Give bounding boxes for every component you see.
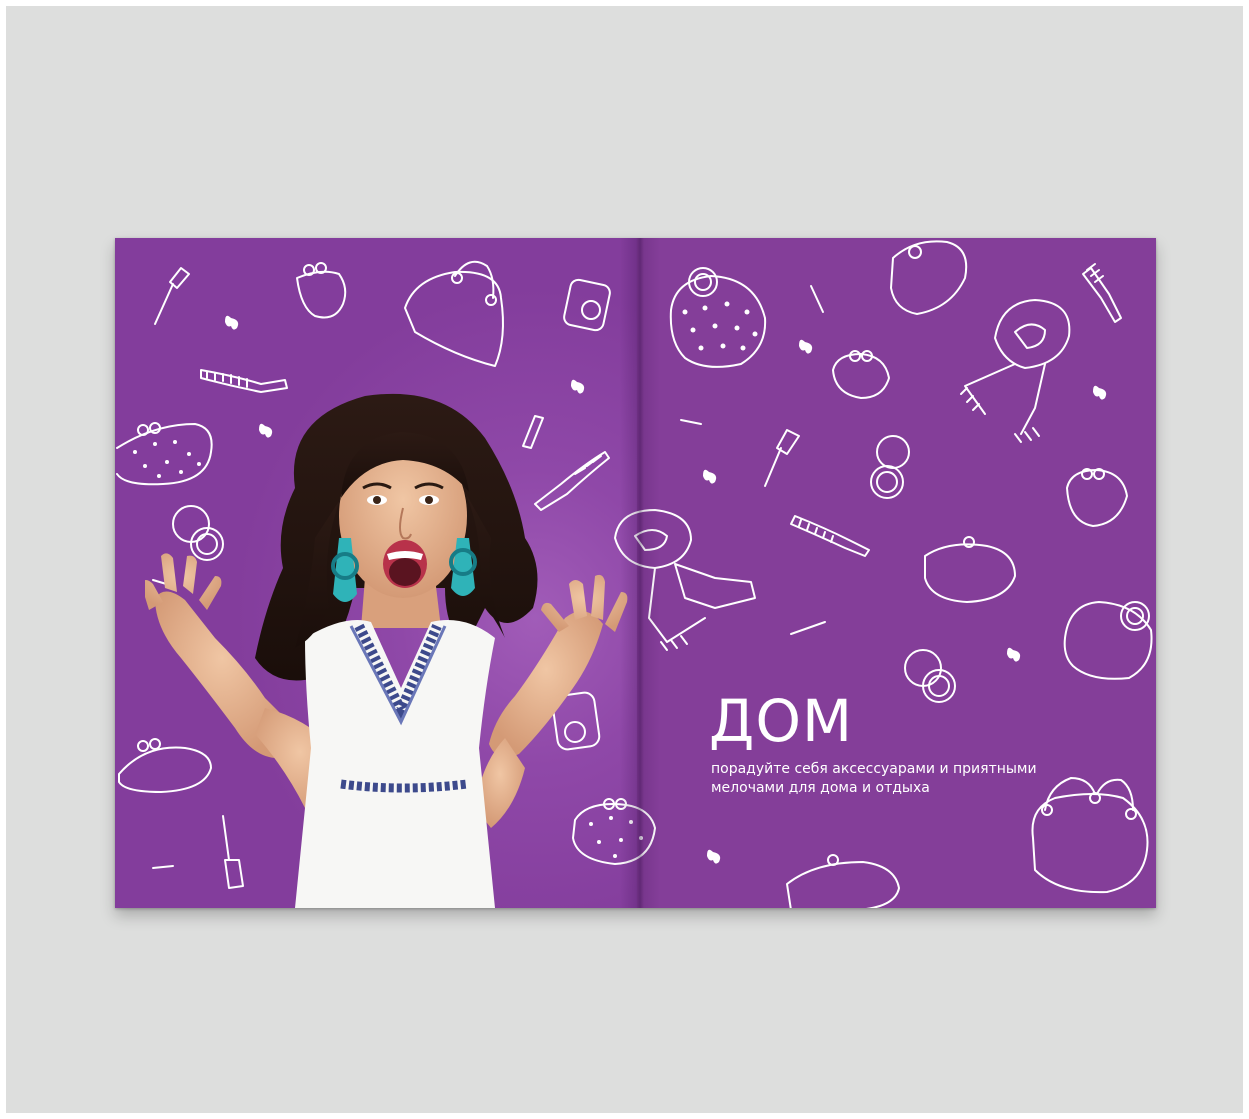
butterfly-icon <box>707 849 721 864</box>
comb-icon <box>1082 263 1122 323</box>
clutch-icon <box>1066 468 1128 527</box>
makeup-brush-icon <box>764 429 800 487</box>
compact-mirror-icon <box>563 278 611 332</box>
woman-photo <box>145 393 628 908</box>
subtitle-line: порадуйте себя аксессуарами и приятными <box>711 761 1037 777</box>
makeup-brush-icon <box>154 267 190 325</box>
clutch-icon <box>786 854 900 908</box>
butterfly-icon <box>1007 647 1021 662</box>
handbag-icon <box>1063 601 1153 680</box>
lipstick-icon <box>790 621 826 635</box>
comb-icon <box>790 515 870 557</box>
handbag-icon <box>404 260 504 367</box>
purse-icon <box>296 262 347 319</box>
butterfly-icon <box>703 469 717 484</box>
subtitle-line: мелочами для дома и отдыха <box>711 780 930 796</box>
butterfly-icon <box>799 339 813 354</box>
compact-mirror-icon <box>904 649 956 703</box>
butterfly-icon <box>225 315 239 330</box>
scarf-icon <box>614 509 756 651</box>
lipstick-icon <box>680 419 702 425</box>
purse-icon <box>832 350 890 399</box>
section-subtitle: порадуйте себя аксессуарами и приятными … <box>711 760 1041 798</box>
handbag-icon <box>1031 777 1149 894</box>
photo-backdrop: ДОМ порадуйте себя аксессуарами и приятн… <box>6 6 1243 1113</box>
butterfly-icon <box>1093 385 1107 400</box>
lipstick-icon <box>810 285 824 313</box>
handbag-icon <box>669 267 767 368</box>
clutch-icon <box>890 240 968 315</box>
magazine-spread: ДОМ порадуйте себя аксессуарами и приятн… <box>115 238 1156 908</box>
scarf-icon <box>960 299 1071 443</box>
section-title: ДОМ <box>709 687 854 755</box>
compact-mirror-icon <box>870 435 910 499</box>
clutch-icon <box>924 536 1016 603</box>
